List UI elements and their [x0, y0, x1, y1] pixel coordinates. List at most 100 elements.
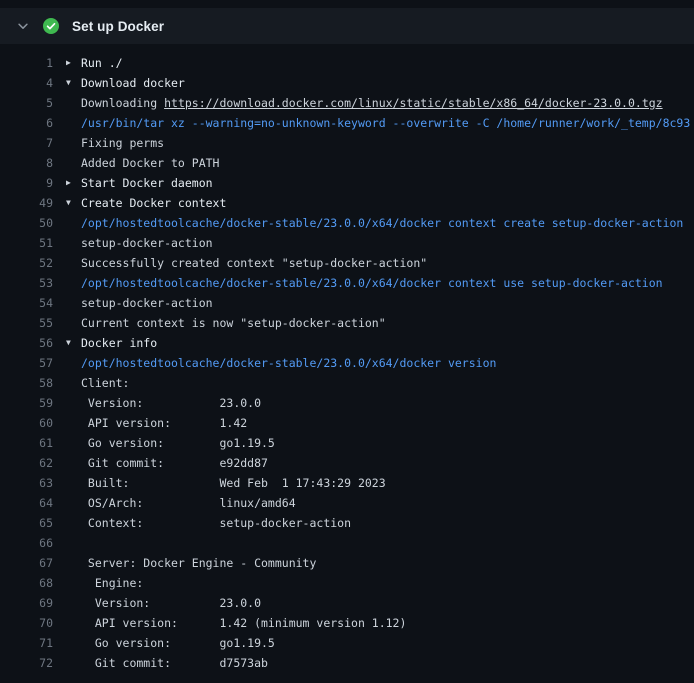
log-text: API version: 1.42 (minimum version 1.12) — [81, 613, 694, 633]
log-line: 58 Client: — [0, 373, 694, 393]
log-text: Go version: go1.19.5 — [81, 633, 694, 653]
triangle-right-icon[interactable]: ▶ — [53, 53, 81, 73]
line-number[interactable]: 66 — [0, 533, 53, 553]
log-line: 6 /usr/bin/tar xz --warning=no-unknown-k… — [0, 113, 694, 133]
log-line: 51 setup-docker-action — [0, 233, 694, 253]
line-number[interactable]: 67 — [0, 553, 53, 573]
line-number[interactable]: 56 — [0, 333, 53, 353]
triangle-down-icon[interactable]: ▼ — [53, 333, 81, 353]
log-line: 62 Git commit: e92dd87 — [0, 453, 694, 473]
log-line: 68 Engine: — [0, 573, 694, 593]
log-text: Start Docker daemon — [81, 173, 694, 193]
log-line: 52 Successfully created context "setup-d… — [0, 253, 694, 273]
log-line: 4 ▼ Download docker — [0, 73, 694, 93]
log-line: 53 /opt/hostedtoolcache/docker-stable/23… — [0, 273, 694, 293]
log-text: Successfully created context "setup-dock… — [81, 253, 694, 273]
log-line: 69 Version: 23.0.0 — [0, 593, 694, 613]
log-text: OS/Arch: linux/amd64 — [81, 493, 694, 513]
line-number[interactable]: 7 — [0, 133, 53, 153]
line-number[interactable]: 52 — [0, 253, 53, 273]
log-text: Version: 23.0.0 — [81, 393, 694, 413]
log-text: Docker info — [81, 333, 694, 353]
log-line: 61 Go version: go1.19.5 — [0, 433, 694, 453]
line-number[interactable]: 69 — [0, 593, 53, 613]
log-line: 59 Version: 23.0.0 — [0, 393, 694, 413]
line-number[interactable]: 53 — [0, 273, 53, 293]
log-text: setup-docker-action — [81, 293, 694, 313]
line-number[interactable]: 4 — [0, 73, 53, 93]
step-header[interactable]: Set up Docker — [0, 8, 694, 45]
log-line: 1 ▶ Run ./ — [0, 53, 694, 73]
log-text: Server: Docker Engine - Community — [81, 553, 694, 573]
log-text: Client: — [81, 373, 694, 393]
line-number[interactable]: 6 — [0, 113, 53, 133]
step-title: Set up Docker — [72, 19, 164, 34]
log-line: 50 /opt/hostedtoolcache/docker-stable/23… — [0, 213, 694, 233]
line-number[interactable]: 62 — [0, 453, 53, 473]
log-text: Run ./ — [81, 53, 694, 73]
log-line: 64 OS/Arch: linux/amd64 — [0, 493, 694, 513]
log-line: 70 API version: 1.42 (minimum version 1.… — [0, 613, 694, 633]
log-line: 72 Git commit: d7573ab — [0, 653, 694, 673]
line-number[interactable]: 68 — [0, 573, 53, 593]
line-number[interactable]: 71 — [0, 633, 53, 653]
log-line: 66 — [0, 533, 694, 553]
log-line: 60 API version: 1.42 — [0, 413, 694, 433]
triangle-right-icon[interactable]: ▶ — [53, 173, 81, 193]
line-number[interactable]: 50 — [0, 213, 53, 233]
workflow-log-page: Set up Docker 1 ▶ Run ./ 4 ▼ Download do… — [0, 0, 694, 673]
log-line: 63 Built: Wed Feb 1 17:43:29 2023 — [0, 473, 694, 493]
log-line: 71 Go version: go1.19.5 — [0, 633, 694, 653]
log-text: Added Docker to PATH — [81, 153, 694, 173]
triangle-down-icon[interactable]: ▼ — [53, 73, 81, 93]
log-text: Context: setup-docker-action — [81, 513, 694, 533]
log-text: Git commit: d7573ab — [81, 653, 694, 673]
triangle-down-icon[interactable]: ▼ — [53, 193, 81, 213]
log-line: 9 ▶ Start Docker daemon — [0, 173, 694, 193]
log-text: /opt/hostedtoolcache/docker-stable/23.0.… — [81, 213, 694, 233]
log-text: Version: 23.0.0 — [81, 593, 694, 613]
log-text: Git commit: e92dd87 — [81, 453, 694, 473]
line-number[interactable]: 61 — [0, 433, 53, 453]
line-number[interactable]: 58 — [0, 373, 53, 393]
line-number[interactable]: 59 — [0, 393, 53, 413]
line-number[interactable]: 57 — [0, 353, 53, 373]
log-line: 55 Current context is now "setup-docker-… — [0, 313, 694, 333]
log-text: Engine: — [81, 573, 694, 593]
line-number[interactable]: 51 — [0, 233, 53, 253]
log-text: /opt/hostedtoolcache/docker-stable/23.0.… — [81, 273, 694, 293]
check-circle-icon — [43, 18, 59, 34]
log-line: 7 Fixing perms — [0, 133, 694, 153]
download-url-link[interactable]: https://download.docker.com/linux/static… — [164, 96, 663, 110]
log-text: Create Docker context — [81, 193, 694, 213]
line-number[interactable]: 1 — [0, 53, 53, 73]
log-line: 49 ▼ Create Docker context — [0, 193, 694, 213]
line-number[interactable]: 70 — [0, 613, 53, 633]
log-text: /usr/bin/tar xz --warning=no-unknown-key… — [81, 113, 694, 133]
line-number[interactable]: 49 — [0, 193, 53, 213]
log-text: /opt/hostedtoolcache/docker-stable/23.0.… — [81, 353, 694, 373]
line-number[interactable]: 8 — [0, 153, 53, 173]
line-number[interactable]: 9 — [0, 173, 53, 193]
log-line: 54 setup-docker-action — [0, 293, 694, 313]
line-number[interactable]: 60 — [0, 413, 53, 433]
log-text: Download docker — [81, 73, 694, 93]
line-number[interactable]: 5 — [0, 93, 53, 113]
log-line: 65 Context: setup-docker-action — [0, 513, 694, 533]
log-text: API version: 1.42 — [81, 413, 694, 433]
line-number[interactable]: 55 — [0, 313, 53, 333]
log-text: Built: Wed Feb 1 17:43:29 2023 — [81, 473, 694, 493]
line-number[interactable]: 72 — [0, 653, 53, 673]
line-number[interactable]: 63 — [0, 473, 53, 493]
log-container: 1 ▶ Run ./ 4 ▼ Download docker 5 Downloa… — [0, 45, 694, 673]
log-text: Downloading https://download.docker.com/… — [81, 93, 694, 113]
log-line: 57 /opt/hostedtoolcache/docker-stable/23… — [0, 353, 694, 373]
top-spacer — [0, 0, 694, 8]
line-number[interactable]: 54 — [0, 293, 53, 313]
log-text: setup-docker-action — [81, 233, 694, 253]
line-number[interactable]: 64 — [0, 493, 53, 513]
line-number[interactable]: 65 — [0, 513, 53, 533]
log-text: Current context is now "setup-docker-act… — [81, 313, 694, 333]
log-line: 5 Downloading https://download.docker.co… — [0, 93, 694, 113]
chevron-down-icon[interactable] — [16, 19, 30, 33]
